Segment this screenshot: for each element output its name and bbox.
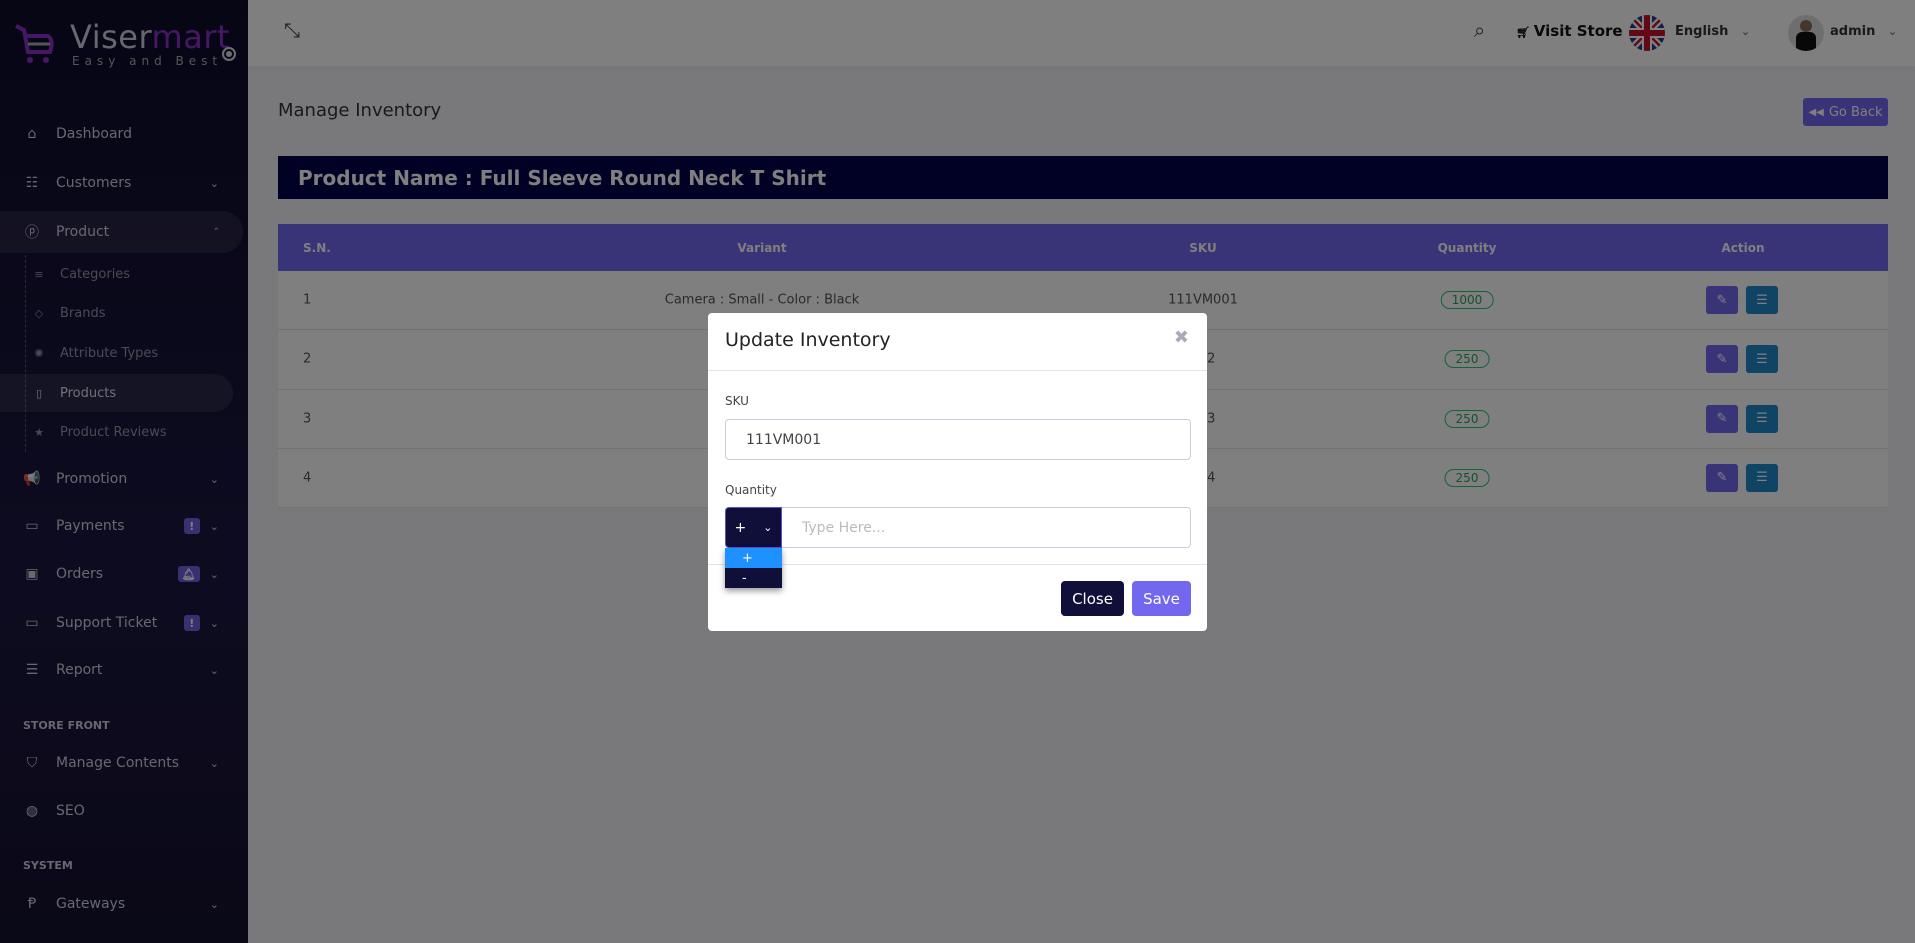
modal-title: Update Inventory [725,329,891,351]
save-button[interactable]: Save [1132,581,1191,616]
close-icon[interactable]: ✖ [1174,327,1189,348]
sku-label: SKU [725,394,749,408]
sku-input[interactable]: 111VM001 [725,419,1191,460]
quantity-sign-select[interactable]: + ⌄ [725,507,782,548]
update-inventory-modal: Update Inventory ✖ SKU 111VM001 Quantity … [708,313,1207,631]
option-minus[interactable]: - [725,568,782,588]
close-button[interactable]: Close [1061,581,1124,616]
quantity-input[interactable]: Type Here... [782,507,1191,548]
chevron-down-icon: ⌄ [763,521,773,534]
option-plus[interactable]: + [725,548,782,568]
sign-dropdown: + - [725,548,782,588]
quantity-label: Quantity [725,483,777,497]
modal-footer-divider [708,564,1207,565]
